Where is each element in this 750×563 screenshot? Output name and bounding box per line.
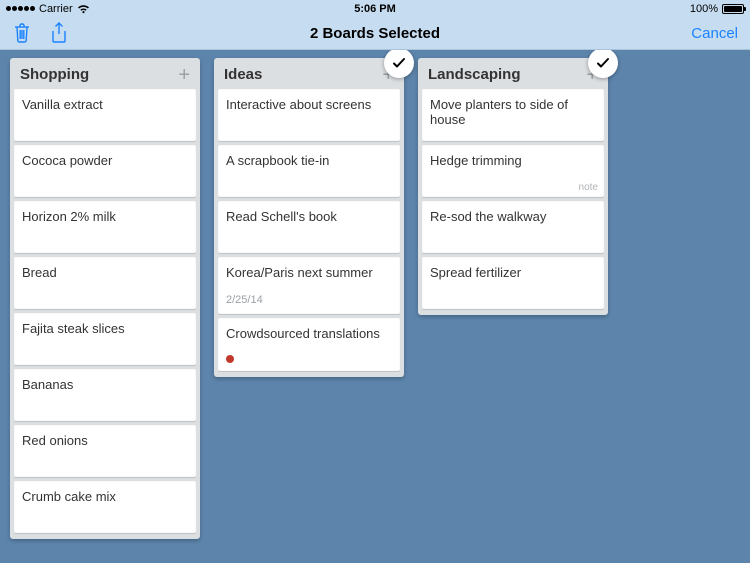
status-left: Carrier [6,3,90,15]
board-title: Ideas [224,66,262,83]
board[interactable]: Shopping + Vanilla extract Cococa powder Hor… [10,58,200,539]
board-header[interactable]: Landscaping+ [418,58,608,89]
trash-icon[interactable] [12,22,32,44]
card[interactable]: Crowdsourced translations [218,318,400,371]
card-list: Move planters to side of house Hedge trim… [418,89,608,315]
nav-bar: 2 Boards Selected Cancel [0,17,750,50]
status-right: 100% [690,3,744,15]
status-bar: Carrier 5:06 PM 100% [0,0,750,17]
card-text: A scrapbook tie-in [226,153,392,168]
card-text: Fajita steak slices [22,321,188,336]
card[interactable]: Re-sod the walkway [422,201,604,253]
card-date: 2/25/14 [226,294,392,306]
card[interactable]: Move planters to side of house [422,89,604,141]
board[interactable]: Ideas+ Interactive about screens A scrapbo… [214,58,404,377]
card[interactable]: Vanilla extract [14,89,196,141]
card-text: Korea/Paris next summer [226,265,392,280]
page-title: 2 Boards Selected [310,25,440,42]
card-text: Crowdsourced translations [226,326,392,341]
card[interactable]: Interactive about screens [218,89,400,141]
wifi-icon [77,4,90,14]
card-text: Hedge trimming [430,153,596,168]
cancel-button[interactable]: Cancel [691,25,738,42]
board-title: Landscaping [428,66,521,83]
card[interactable]: Red onions [14,425,196,477]
card-text: Spread fertilizer [430,265,596,280]
card[interactable]: Spread fertilizer [422,257,604,309]
card[interactable]: Read Schell's book [218,201,400,253]
card-note-indicator: note [579,182,598,193]
card-text: Cococa powder [22,153,188,168]
share-icon[interactable] [50,22,68,44]
battery-pct: 100% [690,3,718,15]
card-text: Read Schell's book [226,209,392,224]
card[interactable]: Korea/Paris next summer 2/25/14 [218,257,400,314]
signal-dots-icon [6,6,35,11]
card[interactable]: Crumb cake mix [14,481,196,533]
card-text: Interactive about screens [226,97,392,112]
battery-icon [722,4,744,14]
selected-check-icon[interactable] [384,50,414,78]
card-text: Crumb cake mix [22,489,188,504]
card[interactable]: Bread [14,257,196,309]
card-text: Bread [22,265,188,280]
boards-canvas[interactable]: Shopping + Vanilla extract Cococa powder Hor… [0,50,750,563]
card-text: Move planters to side of house [430,97,596,127]
board-header[interactable]: Ideas+ [214,58,404,89]
card[interactable]: Hedge trimming note [422,145,604,197]
card[interactable]: Horizon 2% milk [14,201,196,253]
card-list: Interactive about screens A scrapbook tie… [214,89,404,377]
card-text: Vanilla extract [22,97,188,112]
card-text: Horizon 2% milk [22,209,188,224]
board-header[interactable]: Shopping + [10,58,200,89]
card[interactable]: Bananas [14,369,196,421]
board-title: Shopping [20,66,89,83]
card[interactable]: Cococa powder [14,145,196,197]
board[interactable]: Landscaping+Move planters to side of hou… [418,58,608,315]
card-list: Vanilla extract Cococa powder Horizon 2% m… [10,89,200,539]
card-text: Re-sod the walkway [430,209,596,224]
status-time: 5:06 PM [354,3,396,15]
card-tag-dot-icon [226,355,234,363]
selected-check-icon[interactable] [588,50,618,78]
carrier-label: Carrier [39,3,73,15]
card-text: Bananas [22,377,188,392]
add-card-icon[interactable]: + [178,68,190,82]
card-text: Red onions [22,433,188,448]
card[interactable]: Fajita steak slices [14,313,196,365]
card[interactable]: A scrapbook tie-in [218,145,400,197]
